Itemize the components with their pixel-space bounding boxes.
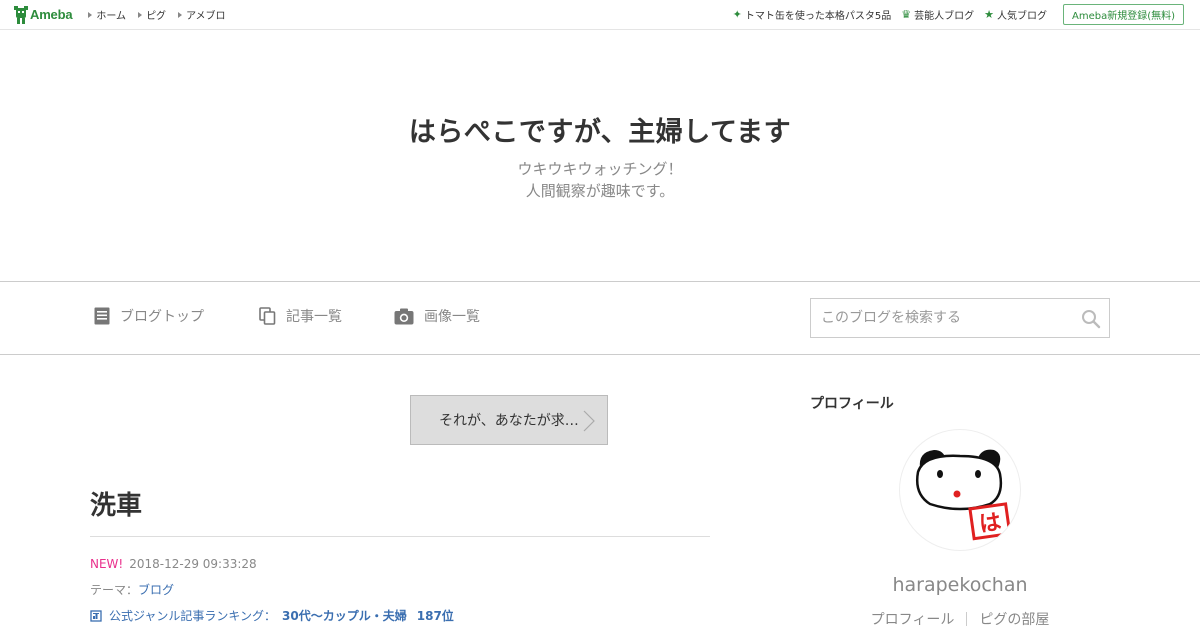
avatar-stamp-text: は [978, 510, 1003, 538]
ranking-genre-link[interactable]: 30代〜カップル・夫婦 [282, 607, 407, 624]
pigg-room-link[interactable]: ピグの部屋 [967, 609, 1061, 629]
global-nav-label: ホーム [96, 11, 127, 22]
sparkle-icon: ✦ [732, 8, 742, 21]
ranking-icon [90, 609, 102, 622]
ranking-label: 公式ジャンル記事ランキング： [109, 609, 277, 623]
global-nav-ameblo[interactable]: アメブロ [178, 7, 226, 22]
entry-datetime: 2018-12-29 09:33:28 [129, 557, 257, 571]
nav-label: 記事一覧 [286, 309, 342, 325]
nav-label: ブログトップ [120, 309, 204, 325]
nav-label: 画像一覧 [424, 309, 480, 325]
entry-meta-theme: テーマ：ブログ [90, 581, 174, 598]
global-nav-home[interactable]: ホーム [88, 7, 126, 22]
profile-heading: プロフィール [810, 396, 894, 412]
promo-banner[interactable]: それが、あなたが求… [410, 395, 608, 445]
blog-description: ウキウキウォッチング！ 人間観察が趣味です。 [0, 158, 1200, 202]
caret-right-icon [178, 11, 183, 18]
caret-right-icon [88, 11, 93, 18]
panda-avatar-icon: は [916, 449, 1012, 541]
entry-meta-ranking: 公式ジャンル記事ランキング： 30代〜カップル・夫婦 187位 [90, 607, 454, 624]
blog-nav: ブログトップ 記事一覧 画像一覧 [0, 281, 1200, 355]
blog-description-line: ウキウキウォッチング！ [517, 160, 683, 178]
featured-topic-label: トマト缶を使った本格パスタ5品 [744, 11, 892, 22]
caret-right-icon [138, 11, 143, 18]
nav-blog-top[interactable]: ブログトップ [94, 306, 204, 326]
nav-image-list[interactable]: 画像一覧 [394, 306, 480, 326]
entry-meta-date: NEW! 2018-12-29 09:33:28 [90, 557, 257, 571]
new-badge: NEW! [90, 557, 124, 571]
global-nav-label: アメブロ [186, 11, 226, 22]
theme-label: テーマ： [90, 583, 139, 597]
search-icon[interactable] [1081, 309, 1101, 329]
profile-links: プロフィール ピグの部屋 [810, 609, 1110, 629]
copy-icon [259, 307, 276, 325]
ameba-mascot-icon [14, 5, 28, 24]
logo-text: Ameba [30, 7, 73, 22]
crown-icon: ♛ [901, 8, 912, 21]
promo-label: それが、あなたが求… [439, 413, 579, 429]
search-input[interactable] [811, 299, 1071, 337]
camera-icon [394, 308, 414, 324]
global-header-right: ✦ トマト缶を使った本格パスタ5品 ♛ 芸能人ブログ ★ 人気ブログ Ameba新規登… [723, 4, 1184, 25]
signup-button[interactable]: Ameba新規登録(無料) [1062, 4, 1184, 25]
popular-blog-label: 人気ブログ [996, 11, 1047, 22]
nav-entry-list[interactable]: 記事一覧 [259, 306, 342, 326]
profile-link[interactable]: プロフィール [859, 609, 967, 629]
divider [90, 536, 710, 537]
blog-title[interactable]: はらぺこですが、主婦してます [0, 110, 1200, 149]
celebrity-blog-label: 芸能人ブログ [914, 11, 975, 22]
blog-header: はらぺこですが、主婦してます ウキウキウォッチング！ 人間観察が趣味です。 [0, 30, 1200, 281]
chevron-right-icon [583, 410, 595, 432]
global-nav-label: ピグ [146, 11, 167, 22]
celebrity-blog-link[interactable]: ♛ 芸能人ブログ [901, 7, 974, 22]
global-nav: ホーム ピグ アメブロ [88, 7, 237, 22]
ranking-rank[interactable]: 187位 [417, 607, 454, 624]
featured-topic-link[interactable]: ✦ トマト缶を使った本格パスタ5品 [733, 7, 892, 22]
star-icon: ★ [984, 8, 994, 21]
global-header: Ameba ホーム ピグ アメブロ ✦ トマト缶を使った本格パスタ5品 ♛ 芸能人ブ… [0, 0, 1200, 30]
theme-link[interactable]: ブログ [138, 583, 174, 597]
blog-description-line: 人間観察が趣味です。 [525, 182, 675, 200]
ameba-logo[interactable]: Ameba [14, 5, 73, 24]
blog-search [810, 298, 1110, 338]
global-nav-pigg[interactable]: ピグ [138, 7, 166, 22]
avatar[interactable]: は [899, 429, 1021, 551]
entry-title[interactable]: 洗車 [90, 485, 142, 522]
popular-blog-link[interactable]: ★ 人気ブログ [984, 7, 1047, 22]
profile-username[interactable]: harapekochan [810, 574, 1110, 596]
document-icon [94, 307, 110, 325]
